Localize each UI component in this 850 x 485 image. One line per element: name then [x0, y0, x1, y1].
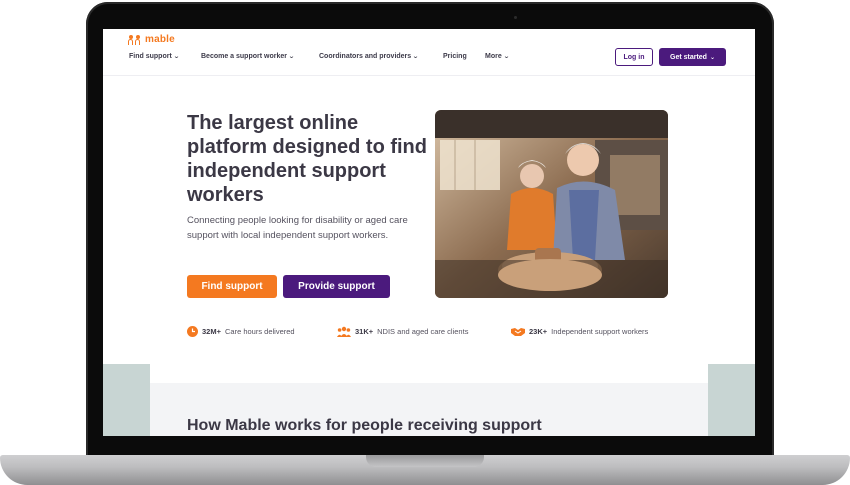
provide-support-button[interactable]: Provide support	[283, 275, 390, 298]
get-started-button[interactable]: Get started ⌄	[659, 48, 726, 66]
hero-photo-illustration	[435, 110, 668, 298]
stat-workers: 23K+ Independent support workers	[511, 326, 648, 337]
how-it-works-title: How Mable works for people receiving sup…	[187, 417, 542, 434]
stat-care-hours: 32M+ Care hours delivered	[187, 326, 295, 337]
handshake-icon	[511, 328, 525, 336]
nav-become-support-worker-label: Become a support worker	[201, 53, 287, 60]
get-started-label: Get started	[670, 53, 707, 61]
camera-dot	[514, 16, 517, 19]
chevron-down-icon: ⌄	[173, 54, 180, 60]
chevron-down-icon: ⌄	[412, 54, 419, 60]
stat-clients-label: NDIS and aged care clients	[377, 327, 469, 336]
nav-find-support-label: Find support	[129, 53, 172, 60]
nav-more[interactable]: More ⌄	[485, 53, 510, 60]
stat-care-hours-value: 32M+	[202, 327, 221, 336]
stat-care-hours-label: Care hours delivered	[224, 327, 295, 336]
browser-screen: mable Find support ⌄ Become a support wo…	[103, 29, 755, 436]
logo-people-icon	[128, 34, 142, 45]
people-group-icon	[337, 326, 351, 337]
hero-subtitle: Connecting people looking for disability…	[187, 215, 408, 241]
nav-more-label: More	[485, 53, 502, 60]
nav-pricing-label: Pricing	[443, 53, 467, 60]
hero-photo-pottery	[435, 110, 668, 298]
nav-pricing[interactable]: Pricing	[443, 53, 467, 60]
nav-find-support[interactable]: Find support ⌄	[129, 53, 180, 60]
laptop-notch	[366, 455, 484, 467]
mable-logo[interactable]: mable	[128, 34, 175, 45]
find-support-button[interactable]: Find support	[187, 275, 277, 298]
chevron-down-icon: ⌄	[502, 54, 510, 60]
decorative-block-right	[708, 364, 755, 436]
stat-workers-label: Independent support workers	[551, 327, 649, 336]
decorative-block-left	[103, 364, 150, 436]
clock-icon	[187, 326, 198, 337]
hero-title: The largest online platform designed to …	[187, 112, 427, 206]
nav-coordinators-providers-label: Coordinators and providers	[319, 53, 412, 60]
stat-clients-value: 31K+	[355, 327, 374, 336]
chevron-down-icon: ⌄	[288, 54, 295, 60]
stat-clients: 31K+ NDIS and aged care clients	[337, 326, 468, 337]
login-button[interactable]: Log in	[615, 48, 653, 66]
top-navigation: mable Find support ⌄ Become a support wo…	[103, 29, 755, 76]
stat-workers-value: 23K+	[529, 327, 548, 336]
chevron-down-icon: ⌄	[709, 54, 715, 61]
nav-coordinators-providers[interactable]: Coordinators and providers ⌄	[319, 53, 419, 60]
nav-become-support-worker[interactable]: Become a support worker ⌄	[201, 53, 295, 60]
logo-wordmark: mable	[145, 34, 175, 45]
